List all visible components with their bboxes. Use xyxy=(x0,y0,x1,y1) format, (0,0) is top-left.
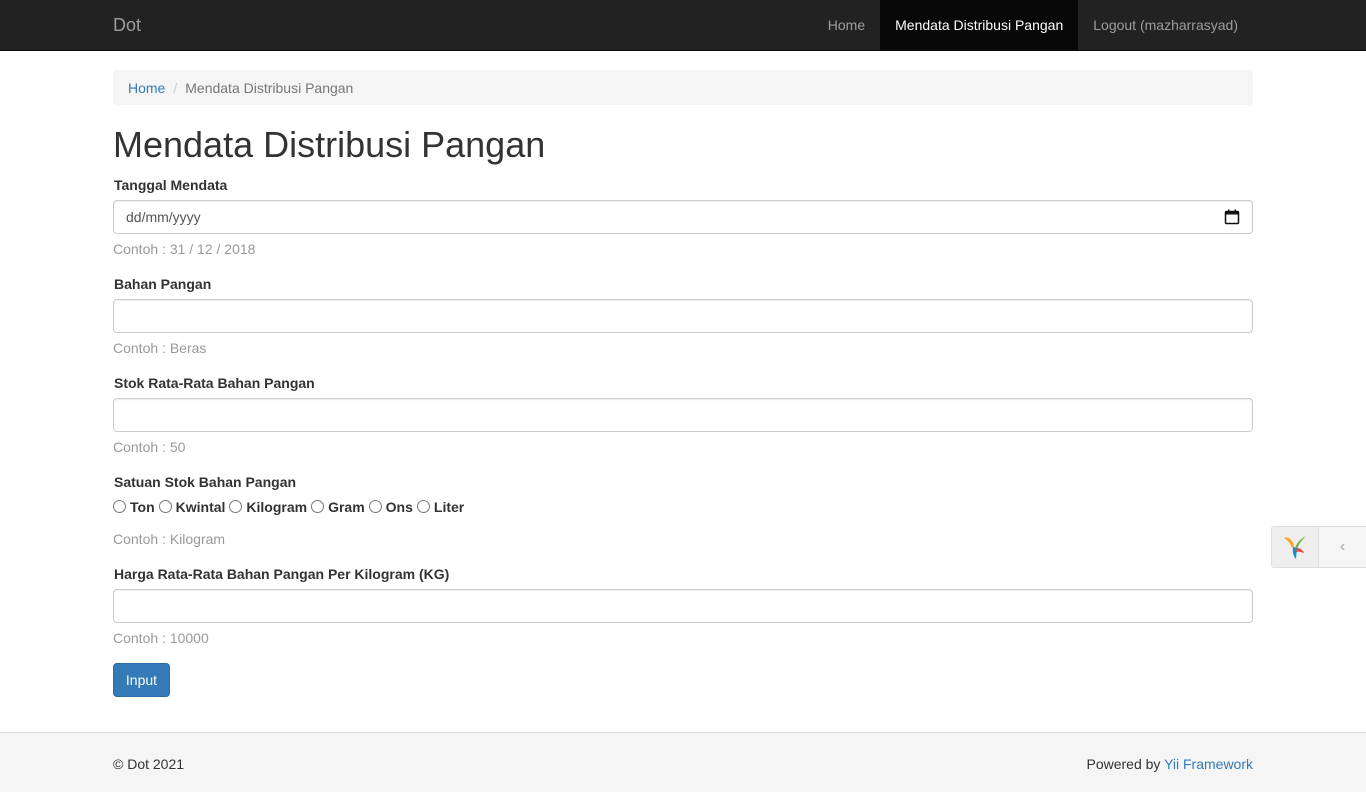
tanggal-hint: Contoh : 31 / 12 / 2018 xyxy=(113,241,256,257)
stok-input[interactable] xyxy=(113,398,1253,432)
nav-item-mendata[interactable]: Mendata Distribusi Pangan xyxy=(880,0,1079,50)
harga-input[interactable] xyxy=(113,589,1253,623)
radio-label: Kwintal xyxy=(175,499,226,515)
radio-button[interactable] xyxy=(229,499,243,513)
chevron-left-icon[interactable]: ‹ xyxy=(1319,527,1366,567)
harga-hint: Contoh : 10000 xyxy=(113,630,209,646)
harga-label: Harga Rata-Rata Bahan Pangan Per Kilogra… xyxy=(114,566,450,582)
radio-option-kwintal[interactable]: Kwintal xyxy=(158,499,226,515)
radio-button[interactable] xyxy=(311,499,325,513)
radio-label: Kilogram xyxy=(246,499,308,515)
radio-button[interactable] xyxy=(416,499,430,513)
bahan-input[interactable] xyxy=(113,299,1253,333)
radio-label: Ton xyxy=(130,499,155,515)
footer-powered-prefix: Powered by xyxy=(1086,756,1165,772)
footer-copyright: © Dot 2021 xyxy=(113,756,185,772)
input-submit-button[interactable]: Input xyxy=(113,663,170,697)
radio-button[interactable] xyxy=(158,499,172,513)
nav-item-logout[interactable]: Logout (mazharrasyad) xyxy=(1078,0,1253,50)
breadcrumb-current: Mendata Distribusi Pangan xyxy=(185,79,354,96)
footer-powered: Powered by Yii Framework xyxy=(1086,756,1253,772)
tanggal-placeholder: dd/mm/yyyy xyxy=(126,209,201,225)
radio-option-ton[interactable]: Ton xyxy=(113,499,155,515)
yii-framework-link[interactable]: Yii Framework xyxy=(1164,756,1253,772)
satuan-label: Satuan Stok Bahan Pangan xyxy=(114,474,297,490)
satuan-hint: Contoh : Kilogram xyxy=(113,531,226,547)
navbar: Dot Home Mendata Distribusi Pangan Logou… xyxy=(0,0,1366,51)
radio-option-gram[interactable]: Gram xyxy=(311,499,365,515)
radio-label: Liter xyxy=(433,499,465,515)
radio-label: Ons xyxy=(385,499,413,515)
tanggal-date-input[interactable]: dd/mm/yyyy xyxy=(113,200,1253,234)
radio-label: Gram xyxy=(328,499,365,515)
breadcrumb: Home / Mendata Distribusi Pangan xyxy=(113,70,1253,105)
satuan-radio-group: Ton Kwintal Kilogram Gram Ons Liter xyxy=(113,499,468,515)
radio-button[interactable] xyxy=(113,499,126,513)
debug-toolbar: ‹ xyxy=(1271,526,1366,568)
yii-logo-icon[interactable] xyxy=(1272,527,1319,567)
footer: © Dot 2021 Powered by Yii Framework xyxy=(0,732,1366,792)
radio-option-ons[interactable]: Ons xyxy=(368,499,413,515)
nav-item-home[interactable]: Home xyxy=(813,0,880,50)
tanggal-label: Tanggal Mendata xyxy=(114,177,228,193)
page-title: Mendata Distribusi Pangan xyxy=(113,124,546,165)
radio-button[interactable] xyxy=(368,499,382,513)
radio-option-liter[interactable]: Liter xyxy=(416,499,465,515)
nav-menu: Home Mendata Distribusi Pangan Logout (m… xyxy=(813,0,1253,50)
breadcrumb-separator: / xyxy=(173,79,178,96)
brand-link[interactable]: Dot xyxy=(113,15,141,36)
calendar-icon[interactable] xyxy=(1224,209,1240,225)
radio-option-kilogram[interactable]: Kilogram xyxy=(229,499,307,515)
stok-label: Stok Rata-Rata Bahan Pangan xyxy=(114,375,315,391)
bahan-label: Bahan Pangan xyxy=(114,276,212,292)
breadcrumb-home-link[interactable]: Home xyxy=(128,80,165,96)
stok-hint: Contoh : 50 xyxy=(113,439,186,455)
bahan-hint: Contoh : Beras xyxy=(113,340,207,356)
